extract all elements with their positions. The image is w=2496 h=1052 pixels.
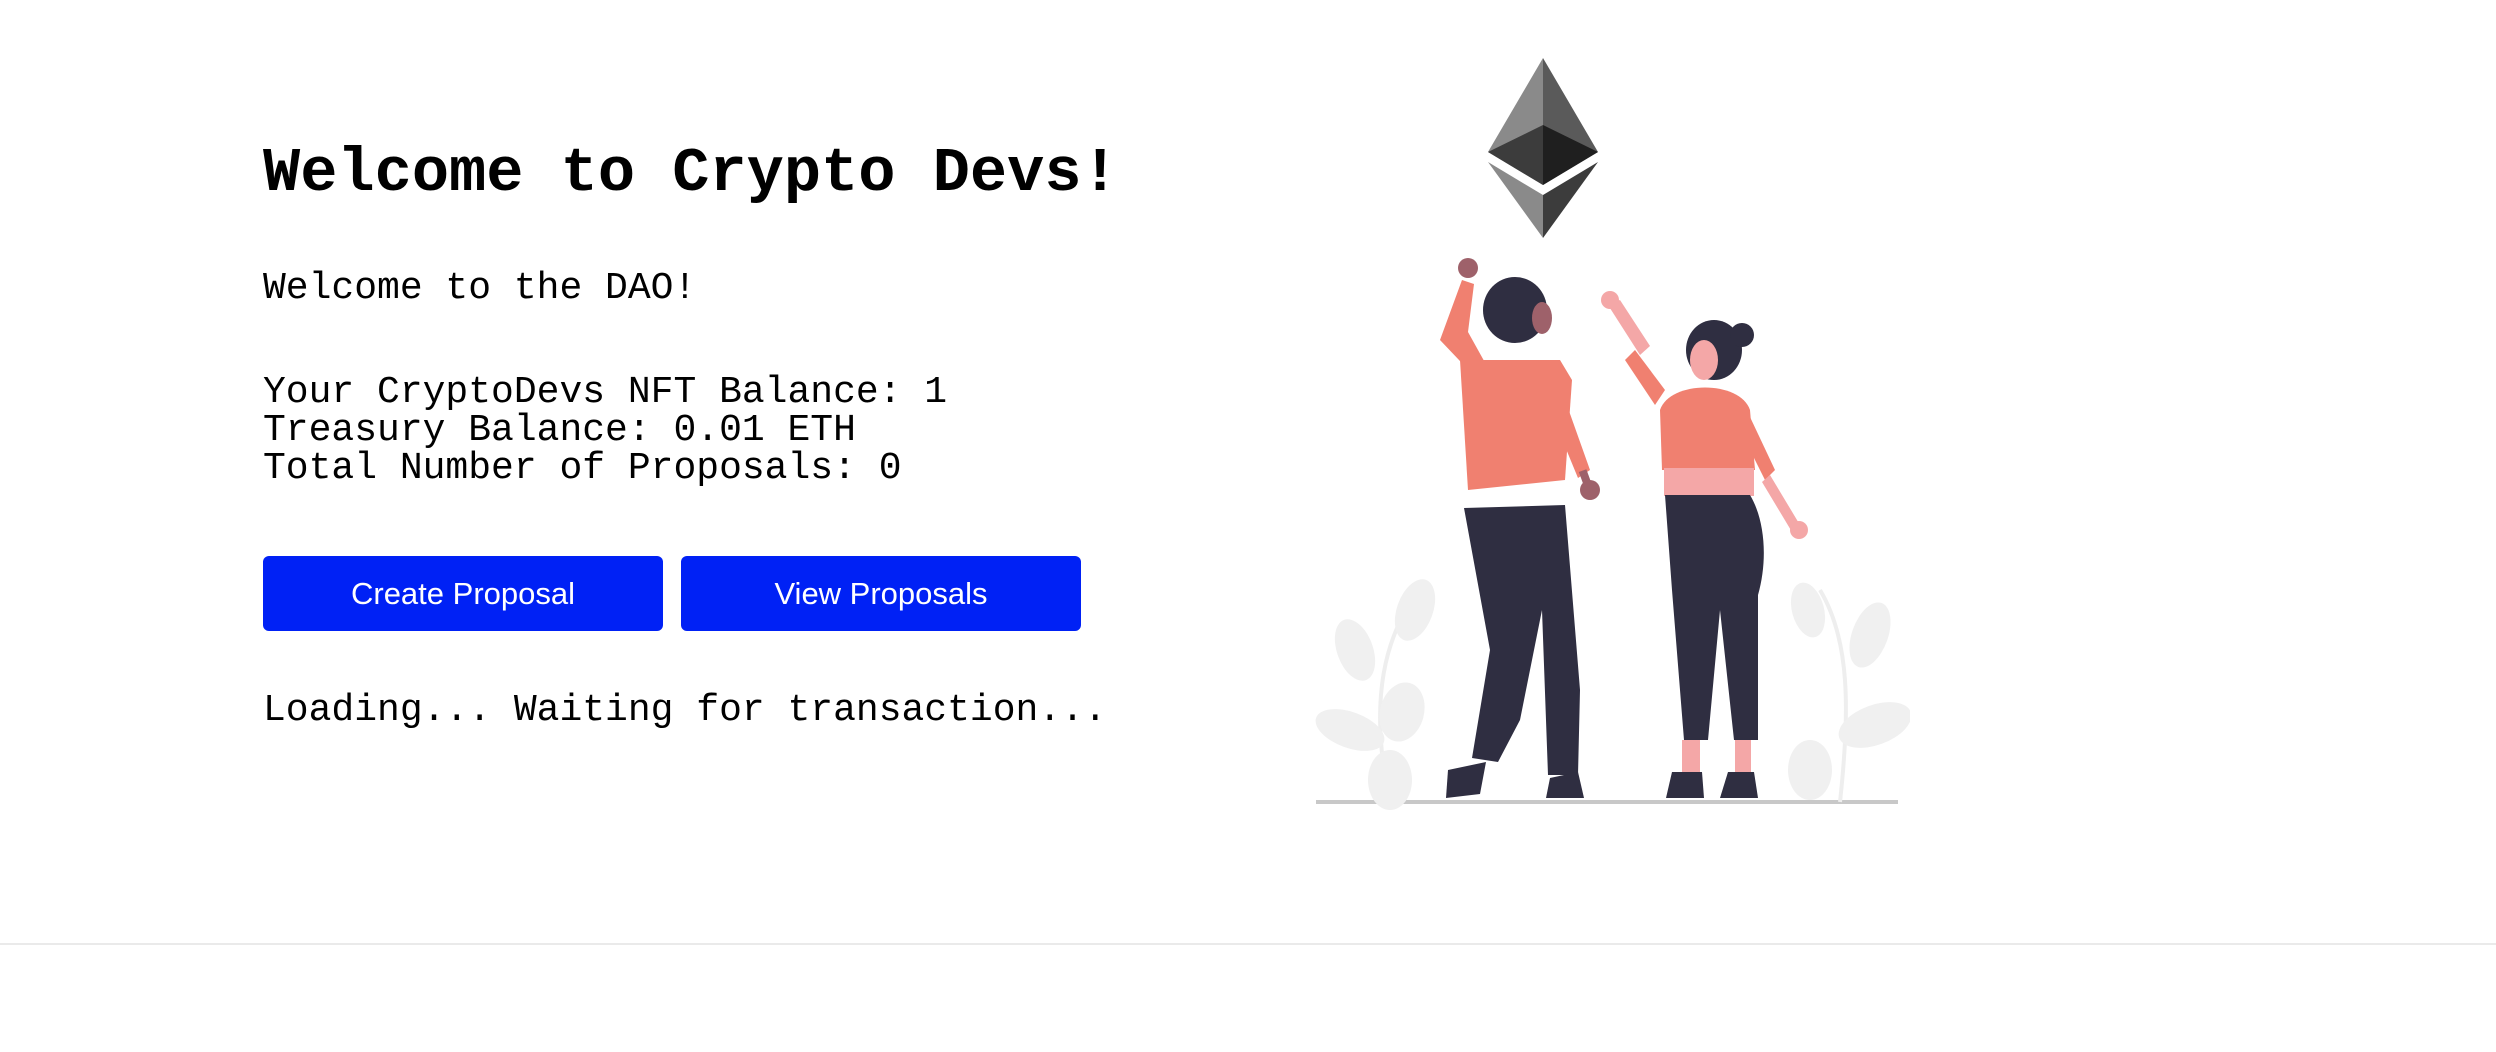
hero-illustration [1315, 58, 1910, 810]
plant-left [1315, 579, 1436, 810]
woman-figure [1601, 291, 1808, 798]
loading-status-text: Loading... Waiting for transaction... [263, 689, 1107, 732]
nft-balance-text: Your CryptoDevs NFT Balance: 1 [263, 371, 948, 414]
page-title: Welcome to Crypto Devs! [263, 138, 1119, 209]
proposals-count-text: Total Number of Proposals: 0 [263, 447, 902, 490]
ethereum-icon [1488, 58, 1598, 238]
dao-welcome-text: Welcome to the DAO! [263, 267, 697, 310]
view-proposals-button[interactable]: View Proposals [681, 556, 1081, 631]
create-proposal-button[interactable]: Create Proposal [263, 556, 663, 631]
plant-right [1788, 582, 1910, 803]
treasury-balance-text: Treasury Balance: 0.01 ETH [263, 409, 856, 452]
page: Welcome to Crypto Devs! Welcome to the D… [0, 0, 2496, 1052]
main-section: Welcome to Crypto Devs! Welcome to the D… [0, 0, 2496, 943]
man-figure [1440, 258, 1600, 798]
action-buttons: Create Proposal View Proposals [263, 556, 1099, 631]
footer [0, 943, 2496, 1052]
content-panel: Welcome to Crypto Devs! Welcome to the D… [263, 120, 1263, 730]
